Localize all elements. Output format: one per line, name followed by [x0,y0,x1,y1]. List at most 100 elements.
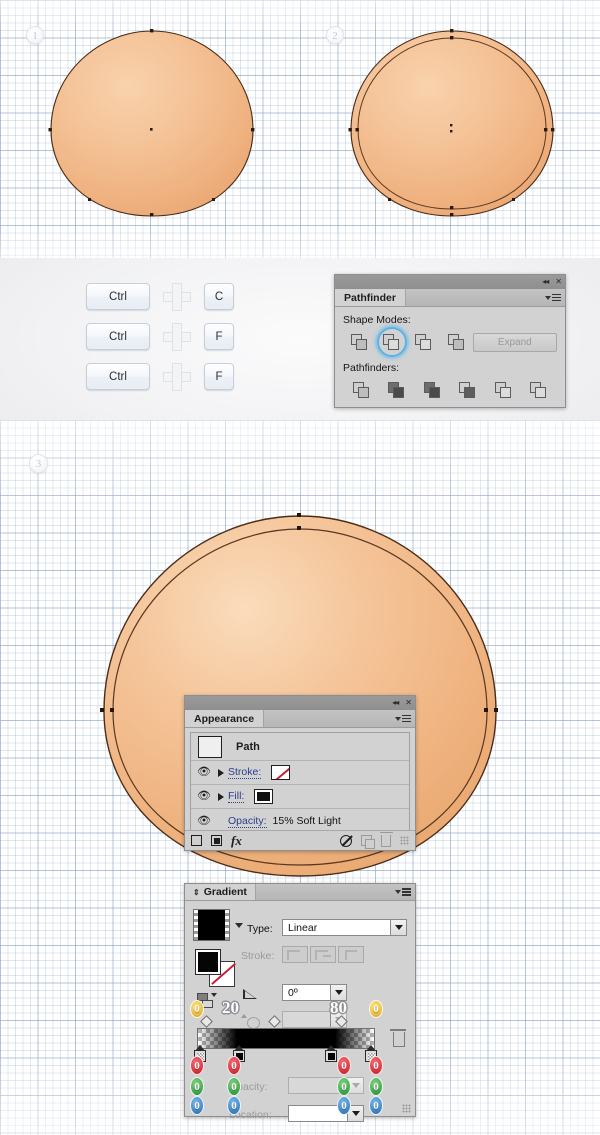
tab-gradient[interactable]: ⇕ Gradient [185,884,256,900]
panel-menu-icon[interactable] [545,289,565,306]
shape-mode-intersect[interactable] [408,329,440,355]
visibility-eye-icon[interactable]: 👁 [194,816,214,827]
pathfinder-merge[interactable] [416,377,449,403]
crop-icon [459,382,476,399]
type-select-value: Linear [288,922,317,934]
plus-icon [163,283,191,311]
pathfinder-tabbar: Pathfinder [335,289,565,307]
gradient-slider-strip[interactable] [197,1028,375,1049]
type-select[interactable]: Linear [282,919,407,936]
location-input[interactable] [288,1105,364,1122]
hamburger-icon [552,294,561,302]
pathfinder-panel: ◂◂ ✕ Pathfinder Shape Modes: Expand Path… [334,274,566,408]
stroke-gradient-across-icon[interactable] [338,946,364,963]
clear-appearance-icon[interactable] [340,835,352,847]
gradient-preview-thumbnail[interactable] [193,909,230,941]
gradient-midpoint-marker[interactable] [200,1015,213,1028]
visibility-eye-icon[interactable]: 👁 [194,767,214,778]
opacity-value: 15% Soft Light [273,815,341,827]
visibility-eye-icon[interactable]: 👁 [194,791,214,802]
appearance-row-stroke[interactable]: 👁 Stroke: [191,761,409,785]
stroke-gradient-along-icon[interactable] [310,946,336,963]
fill-swatch[interactable] [254,789,273,804]
close-icon[interactable]: ✕ [405,699,411,707]
fill-label[interactable]: Fill: [228,790,244,803]
appearance-object-row[interactable]: Path [191,733,409,761]
add-new-stroke-icon[interactable] [191,835,202,846]
object-thumbnail [198,736,222,758]
pathfinder-crop[interactable] [451,377,484,403]
pathfinder-divide[interactable] [345,377,378,403]
annotation-g-0: 0 [369,1077,383,1096]
annotation-b-0: 0 [337,1096,351,1115]
key-modifier: Ctrl [86,363,150,390]
shape-mode-exclude[interactable] [440,329,472,355]
resize-grip-icon[interactable] [402,1104,411,1113]
pathfinder-minus-back[interactable] [522,377,555,403]
stroke-label: Stroke: [241,950,274,962]
resize-grip-icon[interactable] [400,836,409,845]
key-modifier: Ctrl [86,323,150,350]
pathfinder-body: Shape Modes: Expand Pathfinders: [335,307,565,403]
annotation-opacity-0: 0 [369,1000,383,1018]
expand-triangle-icon[interactable] [214,764,228,782]
gradient-tabbar: ⇕ Gradient [185,884,415,901]
annotation-b-0: 0 [190,1096,204,1115]
add-new-fill-icon[interactable] [211,835,222,846]
shape-modes-label: Shape Modes: [343,314,557,326]
panel-menu-icon[interactable] [395,710,415,727]
merge-icon [424,382,441,399]
plus-icon [163,323,191,351]
expand-triangle-icon[interactable] [214,788,228,806]
annotation-midpoint-20: 20 [222,998,239,1018]
pathfinder-outline[interactable] [487,377,520,403]
gradient-midpoint-marker[interactable] [268,1015,281,1028]
intersect-icon [415,334,432,351]
fill-swatch[interactable] [195,949,221,975]
gradient-color-stop[interactable] [325,1046,337,1062]
hamburger-icon [402,715,411,723]
object-label: Path [236,741,260,753]
pathfinder-trim[interactable] [380,377,413,403]
annotation-midpoint-80: 80 [330,998,347,1018]
annotation-g-0: 0 [337,1077,351,1096]
add-effect-icon[interactable]: fx [231,834,242,847]
exclude-icon [448,334,465,351]
gradient-preset-chevron-icon[interactable] [235,923,243,928]
delete-item-icon[interactable] [381,835,391,847]
fill-stroke-indicator[interactable] [195,949,235,987]
opacity-input[interactable] [288,1077,364,1094]
chevron-down-icon[interactable] [390,920,406,935]
shape-mode-unite[interactable] [343,329,375,355]
expand-button[interactable]: Expand [473,333,557,352]
step-badge-1: 1 [26,26,44,44]
tab-pathfinder[interactable]: Pathfinder [335,289,406,306]
annotation-r-0: 0 [190,1056,204,1075]
divide-icon [353,382,370,399]
stroke-label[interactable]: Stroke: [228,766,261,779]
key-letter: C [204,283,234,310]
keyboard-shortcuts-group: Ctrl C Ctrl F Ctrl F [86,282,301,402]
stroke-gradient-within-icon[interactable] [282,946,308,963]
gradient-tab-glyph: ⇕ [193,888,200,897]
trim-icon [388,382,405,399]
annotation-g-0: 0 [190,1077,204,1096]
delete-stop-icon[interactable] [392,1032,404,1046]
duplicate-item-icon[interactable] [361,835,372,846]
annotation-b-0: 0 [227,1096,241,1115]
collapse-icon[interactable]: ◂◂ [542,278,548,286]
tab-appearance[interactable]: Appearance [185,710,264,727]
annotation-g-0: 0 [227,1077,241,1096]
blob-shape-2 [346,28,558,220]
opacity-label[interactable]: Opacity: [228,815,267,828]
stroke-swatch[interactable] [271,765,290,780]
appearance-row-fill[interactable]: 👁 Fill: [191,785,409,809]
close-icon[interactable]: ✕ [555,278,561,286]
collapse-icon[interactable]: ◂◂ [392,699,398,707]
appearance-tabbar: Appearance [185,710,415,728]
hamburger-icon [402,888,411,896]
panel-menu-icon[interactable] [395,884,415,900]
unite-icon [351,334,368,351]
pathfinder-titlebar: ◂◂ ✕ [335,275,565,289]
shape-mode-minus-front[interactable] [375,329,407,355]
